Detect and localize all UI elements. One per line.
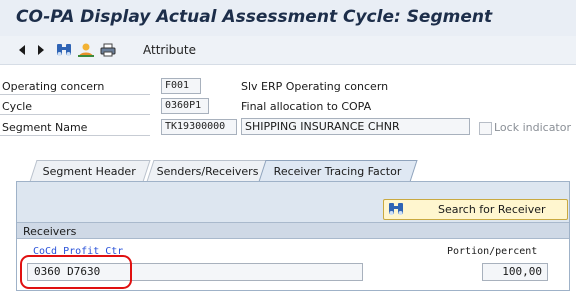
cycle-label: Cycle bbox=[0, 98, 150, 115]
portion-percent-field[interactable]: 100,00 bbox=[482, 263, 548, 281]
attribute-button[interactable]: Attribute bbox=[143, 43, 196, 57]
tab-segment-header-label: Segment Header bbox=[43, 165, 137, 178]
lock-indicator-label: Lock indicator bbox=[494, 121, 571, 134]
binoculars-icon bbox=[388, 202, 404, 220]
tab-senders-receivers-label: Senders/Receivers bbox=[156, 165, 259, 178]
highlight-annotation bbox=[20, 255, 132, 289]
arrow-right-icon[interactable] bbox=[32, 41, 50, 59]
tab-receiver-tracing-factor-label: Receiver Tracing Factor bbox=[273, 165, 402, 178]
lock-indicator-checkbox[interactable] bbox=[479, 122, 492, 135]
tab-segment-header[interactable]: Segment Header bbox=[29, 160, 151, 182]
cycle-desc: Final allocation to COPA bbox=[241, 100, 372, 113]
search-for-receiver-button[interactable]: Search for Receiver bbox=[383, 199, 568, 220]
operating-concern-label: Operating concern bbox=[0, 78, 150, 95]
segment-name-desc: SHIPPING INSURANCE CHNR bbox=[241, 118, 470, 135]
segment-name-label: Segment Name bbox=[0, 119, 150, 136]
tab-senders-receivers[interactable]: Senders/Receivers bbox=[146, 160, 269, 182]
search-for-receiver-label: Search for Receiver bbox=[438, 203, 546, 216]
segment-name-field[interactable]: TK19300000 bbox=[161, 119, 237, 135]
find-icon[interactable] bbox=[55, 41, 73, 59]
printer-icon[interactable] bbox=[99, 41, 117, 59]
window-title: CO-PA Display Actual Assessment Cycle: S… bbox=[16, 7, 493, 27]
title-bar: CO-PA Display Actual Assessment Cycle: S… bbox=[0, 0, 576, 36]
person-icon[interactable] bbox=[77, 41, 95, 59]
toolbar: Attribute bbox=[0, 36, 576, 65]
operating-concern-desc: Slv ERP Operating concern bbox=[241, 80, 389, 93]
tab-receiver-tracing-factor[interactable]: Receiver Tracing Factor bbox=[258, 160, 418, 182]
portion-percent-column: Portion/percent bbox=[447, 246, 538, 257]
receivers-header: Receivers bbox=[17, 222, 569, 239]
arrow-left-icon[interactable] bbox=[13, 41, 31, 59]
operating-concern-field[interactable]: F001 bbox=[161, 78, 201, 94]
cycle-field[interactable]: 0360P1 bbox=[161, 98, 209, 114]
